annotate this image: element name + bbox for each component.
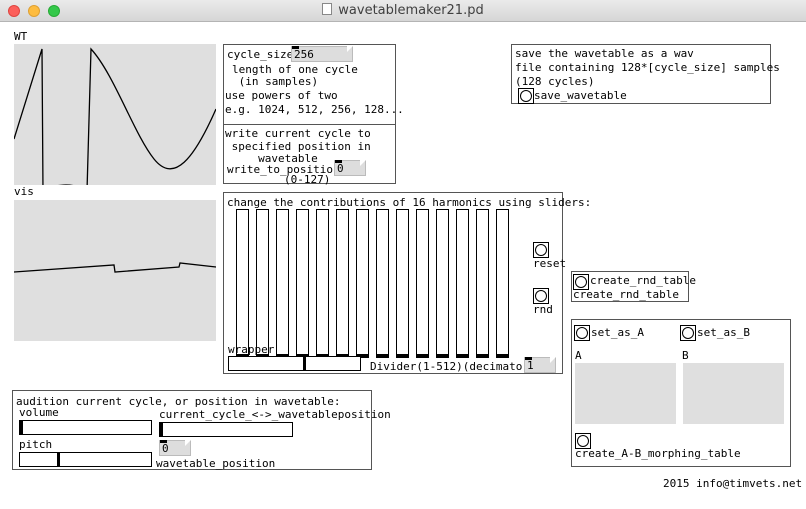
set-as-b-bang[interactable]: [680, 325, 696, 341]
audition-box: audition current cycle, or position in w…: [12, 390, 391, 470]
volume-label: volume: [19, 406, 59, 419]
morph-box: set_as_A set_as_B A B create_A-B_morphin…: [571, 319, 791, 467]
harmonic-slider-11[interactable]: [436, 209, 449, 358]
create-rnd-table-object[interactable]: create_rnd_table: [573, 289, 679, 301]
set-as-a-label: set_as_A: [591, 326, 644, 339]
harmonic-slider-2[interactable]: [256, 209, 269, 358]
cycle-size-note-3: use powers of two: [225, 89, 338, 102]
pitch-label: pitch: [19, 438, 53, 451]
rnd-bang[interactable]: [533, 288, 549, 304]
volume-slider[interactable]: [19, 420, 152, 435]
wt-waveform: [13, 47, 217, 194]
crossfade-slider[interactable]: [159, 422, 293, 437]
wt-graph-label: WT: [14, 30, 28, 43]
save-wavetable-box: save the wavetable as a wav file contain…: [511, 44, 780, 104]
create-morph-label: create_A-B_morphing_table: [575, 447, 741, 460]
save-note-3: (128 cycles): [515, 75, 595, 88]
write-note-1: write current cycle to: [225, 127, 371, 140]
cycle-size-value: 256: [294, 48, 314, 61]
harmonic-slider-8[interactable]: [376, 209, 389, 358]
wavetable-position-label: wavetable_position: [156, 457, 276, 470]
rnd-label: rnd: [533, 303, 553, 316]
vis-waveform: [13, 262, 217, 273]
harmonic-slider-7[interactable]: [356, 209, 369, 358]
create-rnd-table-bang-label: create_rnd_table: [590, 274, 696, 287]
save-wavetable-label: save_wavetable: [534, 89, 627, 102]
wt-graph[interactable]: [13, 44, 217, 194]
harmonic-slider-knob: [377, 354, 388, 357]
pitch-slider[interactable]: [19, 452, 152, 467]
document-icon: [322, 3, 333, 15]
title-bar: wavetablemaker21.pd: [0, 0, 806, 22]
set-as-b-label: set_as_B: [697, 326, 750, 339]
harmonic-slider-4[interactable]: [296, 209, 309, 358]
divider-value: 1: [527, 359, 534, 372]
harmonic-slider-5[interactable]: [316, 209, 329, 358]
cycle-size-note-4: e.g. 1024, 512, 256, 128...: [225, 103, 404, 116]
harmonic-slider-knob: [397, 354, 408, 357]
harmonic-slider-6[interactable]: [336, 209, 349, 358]
harmonic-slider-14[interactable]: [496, 209, 509, 358]
save-wavetable-bang[interactable]: [518, 88, 534, 104]
b-graph-label: B: [682, 349, 689, 362]
harmonic-slider-knob: [417, 354, 428, 357]
harmonic-slider-knob: [457, 354, 468, 357]
wrapper-slider[interactable]: [228, 356, 361, 371]
wavetable-position-value: 0: [162, 442, 169, 455]
harmonic-slider-12[interactable]: [456, 209, 469, 358]
harmonic-slider-1[interactable]: [236, 209, 249, 358]
cycle-size-number-box[interactable]: 256: [291, 46, 353, 62]
wrapper-label: wrapper: [228, 343, 275, 356]
harmonics-box: change the contributions of 16 harmonics…: [223, 192, 591, 374]
harmonic-slider-3[interactable]: [276, 209, 289, 358]
harmonics-title: change the contributions of 16 harmonics…: [227, 196, 592, 209]
cycle-size-label: cycle_size: [227, 48, 294, 61]
a-graph-label: A: [575, 349, 582, 362]
vis-graph[interactable]: [13, 200, 217, 341]
reset-bang[interactable]: [533, 242, 549, 258]
harmonic-slider-9[interactable]: [396, 209, 409, 358]
write-to-position-value: 0: [337, 162, 344, 175]
harmonic-slider-13[interactable]: [476, 209, 489, 358]
write-to-position-number-box[interactable]: 0: [334, 160, 366, 176]
save-note-2: file containing 128*[cycle_size] samples: [515, 61, 780, 74]
cycle-size-comment-box: cycle_size 256 length of one cycle (in s…: [223, 44, 404, 125]
window-title: wavetablemaker21.pd: [0, 3, 806, 18]
write-position-box: write current cycle to specified positio…: [223, 124, 396, 186]
harmonic-slider-knob: [497, 354, 508, 357]
wavetable-position-number-box[interactable]: 0: [159, 440, 191, 456]
save-note-1: save the wavetable as a wav: [515, 47, 694, 60]
cycle-size-note-2: (in samples): [232, 75, 319, 88]
rnd-table-box: create_rnd_table create_rnd_table: [571, 271, 696, 302]
harmonic-slider-10[interactable]: [416, 209, 429, 358]
a-graph[interactable]: [575, 363, 676, 424]
divider-number-box[interactable]: 1: [524, 357, 556, 373]
divider-label: Divider(1-512)(decimator): [370, 360, 536, 373]
reset-label: reset: [533, 257, 567, 270]
credit-text: 2015 info@timvets.net: [663, 477, 803, 490]
patch-canvas[interactable]: WT vis cycle_size 256 length of one cycl…: [0, 22, 806, 509]
write-range-label: (0-127): [284, 173, 331, 186]
crossfade-label: current_cycle_<->_wavetableposition: [159, 408, 391, 421]
audition-title: audition current cycle, or position in w…: [16, 395, 341, 408]
harmonic-slider-knob: [477, 354, 488, 357]
b-graph[interactable]: [683, 363, 784, 424]
set-as-a-bang[interactable]: [574, 325, 590, 341]
vis-graph-label: vis: [14, 185, 34, 198]
harmonic-slider-knob: [437, 354, 448, 357]
